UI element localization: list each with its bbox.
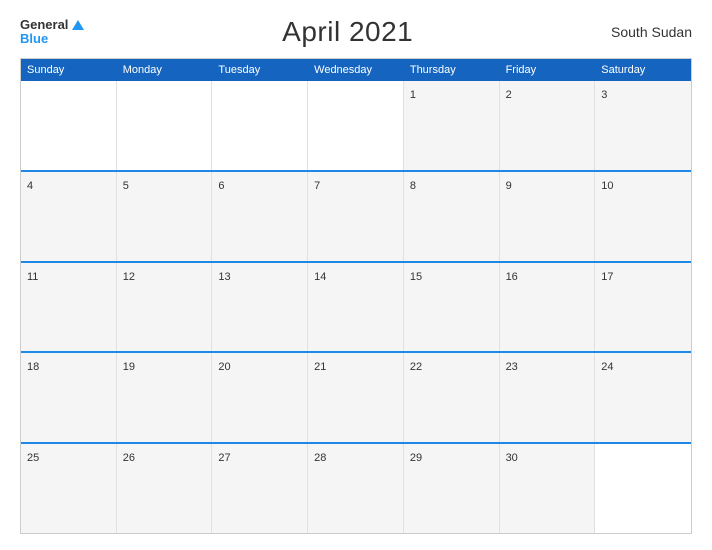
day-cell <box>21 81 117 170</box>
day-number: 28 <box>314 452 326 464</box>
day-number: 21 <box>314 361 326 373</box>
day-cell <box>117 81 213 170</box>
day-number: 10 <box>601 180 613 192</box>
day-cell-6: 6 <box>212 172 308 261</box>
week-row-4: 18 19 20 21 22 23 24 <box>21 351 691 442</box>
day-number: 29 <box>410 452 422 464</box>
day-number: 6 <box>218 180 224 192</box>
logo: General Blue <box>20 18 84 47</box>
day-number: 17 <box>601 271 613 283</box>
header-friday: Friday <box>500 59 596 81</box>
header-sunday: Sunday <box>21 59 117 81</box>
day-cell-27: 27 <box>212 444 308 533</box>
header-saturday: Saturday <box>595 59 691 81</box>
week-row-2: 4 5 6 7 8 9 10 <box>21 170 691 261</box>
day-number: 20 <box>218 361 230 373</box>
day-number: 23 <box>506 361 518 373</box>
week-row-1: 1 2 3 <box>21 81 691 170</box>
header: General Blue April 2021 South Sudan <box>20 16 692 48</box>
day-cell-26: 26 <box>117 444 213 533</box>
day-cell-11: 11 <box>21 263 117 352</box>
day-number: 16 <box>506 271 518 283</box>
day-number: 2 <box>506 89 512 101</box>
day-cell-28: 28 <box>308 444 404 533</box>
day-cell-12: 12 <box>117 263 213 352</box>
page: General Blue April 2021 South Sudan Sund… <box>0 0 712 550</box>
week-row-5: 25 26 27 28 29 30 <box>21 442 691 533</box>
day-cell <box>212 81 308 170</box>
day-cell-3: 3 <box>595 81 691 170</box>
day-cell-17: 17 <box>595 263 691 352</box>
day-cell-30: 30 <box>500 444 596 533</box>
day-cell-9: 9 <box>500 172 596 261</box>
day-cell-10: 10 <box>595 172 691 261</box>
day-number: 13 <box>218 271 230 283</box>
day-number: 24 <box>601 361 613 373</box>
day-headers: Sunday Monday Tuesday Wednesday Thursday… <box>21 59 691 81</box>
day-number: 4 <box>27 180 33 192</box>
day-number: 22 <box>410 361 422 373</box>
logo-blue-text: Blue <box>20 32 84 46</box>
day-number: 9 <box>506 180 512 192</box>
day-number: 26 <box>123 452 135 464</box>
day-cell-14: 14 <box>308 263 404 352</box>
day-cell-23: 23 <box>500 353 596 442</box>
day-number: 12 <box>123 271 135 283</box>
day-cell-8: 8 <box>404 172 500 261</box>
day-cell-24: 24 <box>595 353 691 442</box>
day-cell-22: 22 <box>404 353 500 442</box>
day-number: 27 <box>218 452 230 464</box>
day-number: 8 <box>410 180 416 192</box>
day-cell-18: 18 <box>21 353 117 442</box>
header-tuesday: Tuesday <box>212 59 308 81</box>
day-number: 3 <box>601 89 607 101</box>
day-number: 25 <box>27 452 39 464</box>
calendar-title: April 2021 <box>282 16 413 48</box>
day-cell-25: 25 <box>21 444 117 533</box>
day-cell-13: 13 <box>212 263 308 352</box>
day-number: 11 <box>27 271 38 283</box>
day-cell-7: 7 <box>308 172 404 261</box>
day-cell-2: 2 <box>500 81 596 170</box>
weeks: 1 2 3 4 5 6 7 8 9 10 11 12 13 14 15 16 <box>21 81 691 533</box>
day-cell-1: 1 <box>404 81 500 170</box>
day-cell-29: 29 <box>404 444 500 533</box>
day-cell <box>308 81 404 170</box>
week-row-3: 11 12 13 14 15 16 17 <box>21 261 691 352</box>
header-wednesday: Wednesday <box>308 59 404 81</box>
day-cell-5: 5 <box>117 172 213 261</box>
header-monday: Monday <box>117 59 213 81</box>
day-number: 19 <box>123 361 135 373</box>
day-cell-15: 15 <box>404 263 500 352</box>
day-number: 7 <box>314 180 320 192</box>
header-thursday: Thursday <box>404 59 500 81</box>
logo-triangle-icon <box>72 20 84 30</box>
day-number: 30 <box>506 452 518 464</box>
calendar: Sunday Monday Tuesday Wednesday Thursday… <box>20 58 692 534</box>
day-cell-19: 19 <box>117 353 213 442</box>
day-number: 5 <box>123 180 129 192</box>
day-number: 1 <box>410 89 416 101</box>
country-name: South Sudan <box>611 24 692 40</box>
logo-general-text: General <box>20 18 68 32</box>
day-number: 18 <box>27 361 39 373</box>
day-cell-20: 20 <box>212 353 308 442</box>
day-number: 15 <box>410 271 422 283</box>
day-cell-21: 21 <box>308 353 404 442</box>
day-cell-4: 4 <box>21 172 117 261</box>
day-cell-empty <box>595 444 691 533</box>
day-number: 14 <box>314 271 326 283</box>
day-cell-16: 16 <box>500 263 596 352</box>
